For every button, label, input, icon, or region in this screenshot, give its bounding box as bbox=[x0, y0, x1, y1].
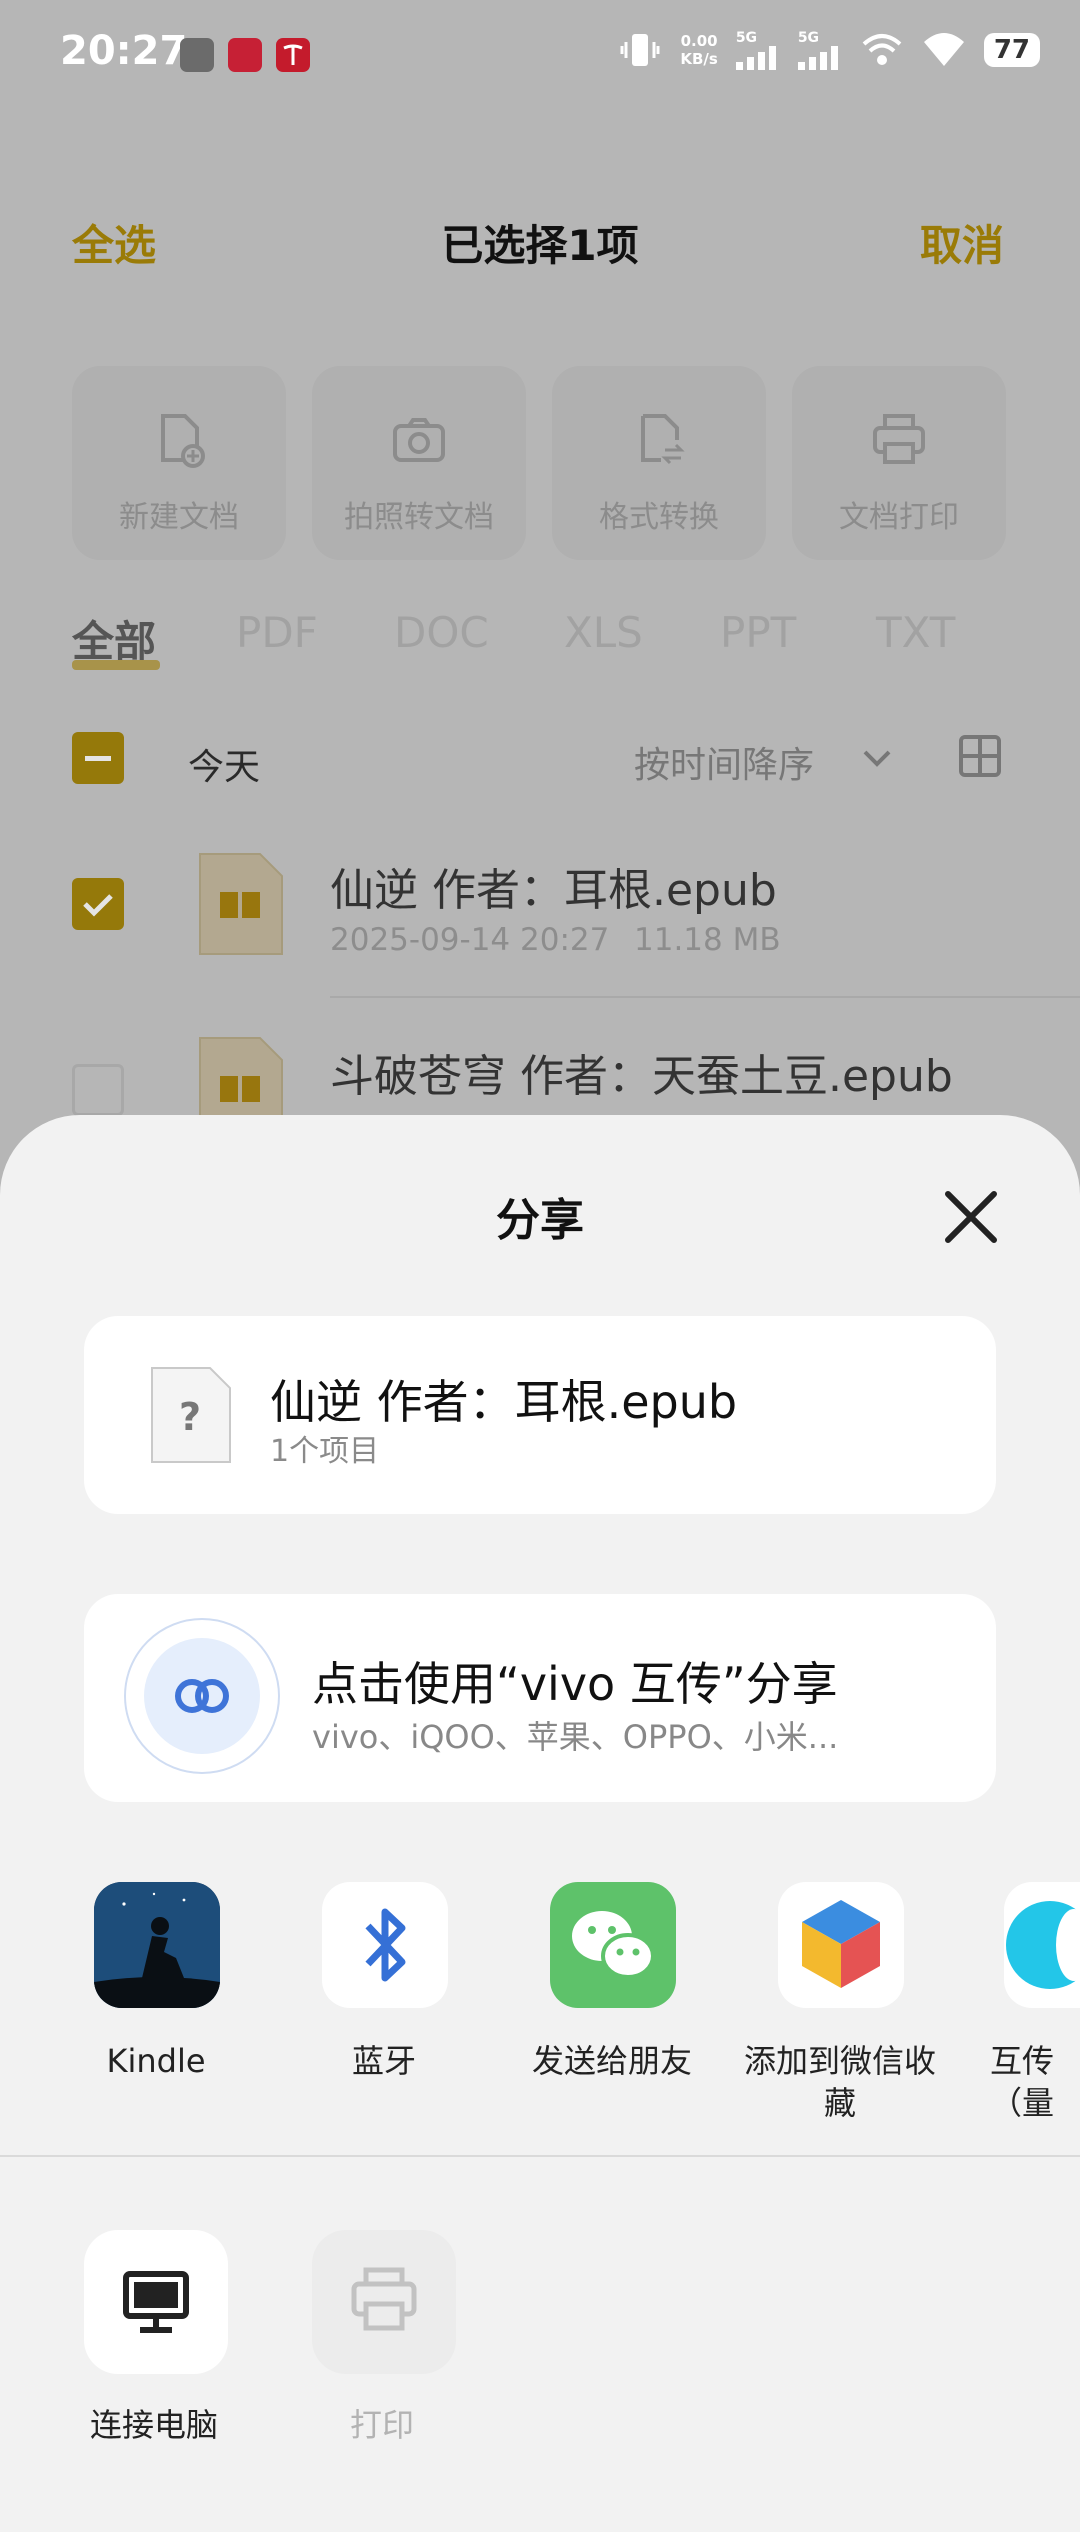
share-sheet-title: 分享 bbox=[496, 1195, 584, 1246]
tool-format-convert[interactable]: 格式转换 bbox=[552, 366, 766, 560]
tab-doc[interactable]: DOC bbox=[394, 608, 489, 657]
tab-xls[interactable]: XLS bbox=[564, 608, 643, 657]
status-time: 20:27 bbox=[60, 28, 188, 74]
vivo-share-subtitle: vivo、iQOO、苹果、OPPO、小米... bbox=[312, 1718, 839, 1756]
cancel-button[interactable]: 取消 bbox=[920, 212, 1004, 273]
signal-icon bbox=[735, 46, 776, 70]
connect-computer-label: 连接电脑 bbox=[89, 2406, 218, 2444]
tool-label: 新建文档 bbox=[119, 500, 239, 535]
sort-dropdown[interactable]: 按时间降序 bbox=[634, 736, 814, 788]
file-name[interactable]: 斗破苍穹 作者：天蚕土豆.epub bbox=[330, 1040, 953, 1104]
wechat-favorites-icon bbox=[802, 1900, 880, 1988]
signal-icon bbox=[797, 46, 838, 70]
xiaohongshu-app-icon bbox=[228, 38, 262, 72]
wechat-favorites-app[interactable] bbox=[778, 1882, 904, 2008]
camera-icon bbox=[393, 418, 445, 462]
file-size: 11.18 MB bbox=[634, 922, 781, 958]
kindle-app[interactable] bbox=[94, 1882, 220, 2008]
tool-document-print[interactable]: 文档打印 bbox=[792, 366, 1006, 560]
file-checkbox[interactable] bbox=[72, 1064, 124, 1116]
wifi-icon bbox=[923, 33, 964, 66]
shared-file-name: 仙逆 作者：耳根.epub bbox=[270, 1375, 738, 1429]
status-indicators: 0.00 KB/s 5G 5G 77 bbox=[618, 30, 1040, 70]
group-label: 今天 bbox=[188, 747, 261, 788]
kindle-label: Kindle bbox=[106, 2042, 206, 2080]
wechat-send-label: 发送给朋友 bbox=[531, 2042, 692, 2080]
vivo-transfer-app[interactable] bbox=[1004, 1882, 1080, 2008]
reader-app-icon bbox=[180, 38, 214, 72]
shared-file-count: 1个项目 bbox=[270, 1434, 380, 1469]
wechat-icon bbox=[572, 1911, 655, 1979]
tool-label: 拍照转文档 bbox=[344, 500, 494, 535]
grid-view-icon[interactable] bbox=[958, 734, 1002, 778]
file-name[interactable]: 仙逆 作者：耳根.epub bbox=[330, 854, 777, 918]
battery-indicator: 77 bbox=[983, 33, 1040, 67]
printer-icon bbox=[351, 2267, 417, 2331]
epub-file-icon bbox=[199, 853, 283, 955]
group-select-checkbox[interactable] bbox=[72, 732, 124, 784]
unknown-file-icon: ? bbox=[151, 1367, 231, 1463]
wechat-favorites-label: 添加到微信收藏 bbox=[743, 2042, 936, 2122]
select-all-button[interactable]: 全选 bbox=[72, 212, 156, 273]
convert-icon bbox=[641, 414, 685, 465]
tab-txt[interactable]: TXT bbox=[876, 608, 955, 657]
vivo-share-icon bbox=[144, 1638, 260, 1754]
file-checkbox[interactable] bbox=[72, 878, 124, 930]
tesla-app-icon bbox=[276, 38, 310, 72]
signal-2: 5G bbox=[797, 30, 842, 70]
print-label: 打印 bbox=[349, 2406, 414, 2444]
chevron-down-icon[interactable] bbox=[860, 744, 894, 774]
bluetooth-icon bbox=[365, 1908, 406, 1982]
vivo-share-title: 点击使用“vivo 互传”分享 bbox=[312, 1657, 838, 1711]
file-date: 2025-09-14 20:27 bbox=[330, 922, 610, 958]
connect-computer-button[interactable] bbox=[84, 2230, 228, 2374]
row-divider bbox=[330, 996, 1080, 998]
vibrate-icon bbox=[620, 34, 660, 66]
wechat-send-app[interactable] bbox=[550, 1882, 676, 2008]
page-title: 已选择1项 bbox=[441, 221, 639, 270]
printer-icon bbox=[873, 414, 925, 464]
signal-1: 5G bbox=[735, 30, 780, 70]
svg-text:?: ? bbox=[179, 1395, 201, 1439]
new-document-icon bbox=[161, 414, 205, 468]
bluetooth-label: 蓝牙 bbox=[351, 2042, 416, 2080]
tool-label: 文档打印 bbox=[839, 500, 959, 535]
monitor-icon bbox=[123, 2271, 189, 2333]
active-tab-indicator bbox=[72, 660, 160, 670]
print-button[interactable] bbox=[312, 2230, 456, 2374]
wifi-calling-icon bbox=[862, 34, 902, 65]
bluetooth-app[interactable] bbox=[322, 1882, 448, 2008]
tool-new-document[interactable]: 新建文档 bbox=[72, 366, 286, 560]
vivo-transfer-label: 互传（量 bbox=[990, 2042, 1055, 2122]
tool-label: 格式转换 bbox=[599, 500, 719, 535]
tab-ppt[interactable]: PPT bbox=[720, 608, 796, 657]
kindle-icon bbox=[94, 1882, 220, 2008]
tab-pdf[interactable]: PDF bbox=[236, 608, 318, 657]
sheet-divider bbox=[0, 2155, 1080, 2157]
tool-photo-to-document[interactable]: 拍照转文档 bbox=[312, 366, 526, 560]
close-icon[interactable] bbox=[940, 1186, 1002, 1248]
net-speed: 0.00 KB/s bbox=[680, 32, 718, 68]
vivo-share-icon bbox=[1006, 1901, 1080, 1989]
